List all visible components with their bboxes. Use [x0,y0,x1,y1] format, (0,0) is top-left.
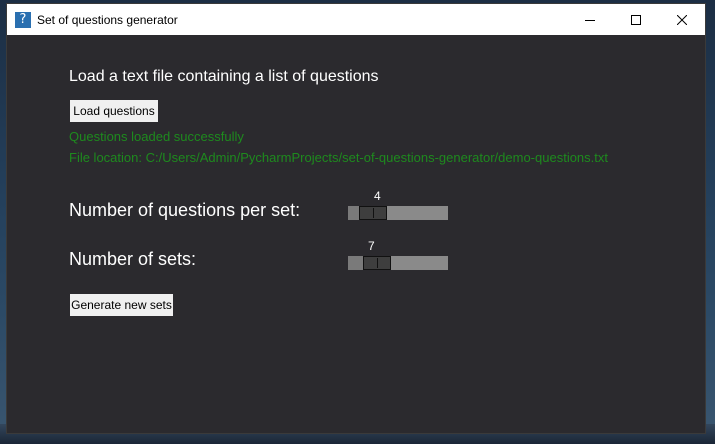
slider-handle[interactable] [359,206,387,220]
page-heading: Load a text file containing a list of qu… [69,68,379,85]
load-questions-button[interactable]: Load questions [70,100,158,122]
questions-per-set-value: 4 [374,189,381,203]
close-icon [677,14,687,25]
file-location-text: File location: C:/Users/Admin/PycharmPro… [69,150,608,165]
slider-fill [348,256,363,270]
number-of-sets-label: Number of sets: [69,249,197,269]
close-button[interactable] [659,4,705,35]
status-message: Questions loaded successfully [69,129,244,144]
desktop-background: ? Set of questions generator Load a text… [0,0,715,444]
maximize-icon [631,14,641,25]
questions-per-set-label: Number of questions per set: [69,200,301,220]
app-window: ? Set of questions generator Load a text… [7,4,705,433]
main-content: Load a text file containing a list of qu… [7,35,705,433]
maximize-button[interactable] [613,4,659,35]
minimize-button[interactable] [567,4,613,35]
title-bar[interactable]: ? Set of questions generator [7,4,705,35]
window-title: Set of questions generator [37,12,178,27]
slider-fill [348,206,359,220]
minimize-icon [585,19,595,21]
questions-per-set-slider[interactable] [348,206,448,220]
generate-new-sets-button[interactable]: Generate new sets [70,294,173,316]
number-of-sets-slider[interactable] [348,256,448,270]
number-of-sets-value: 7 [368,239,375,253]
question-mark-icon: ? [15,11,31,28]
window-controls [567,4,705,35]
slider-handle[interactable] [363,256,391,270]
